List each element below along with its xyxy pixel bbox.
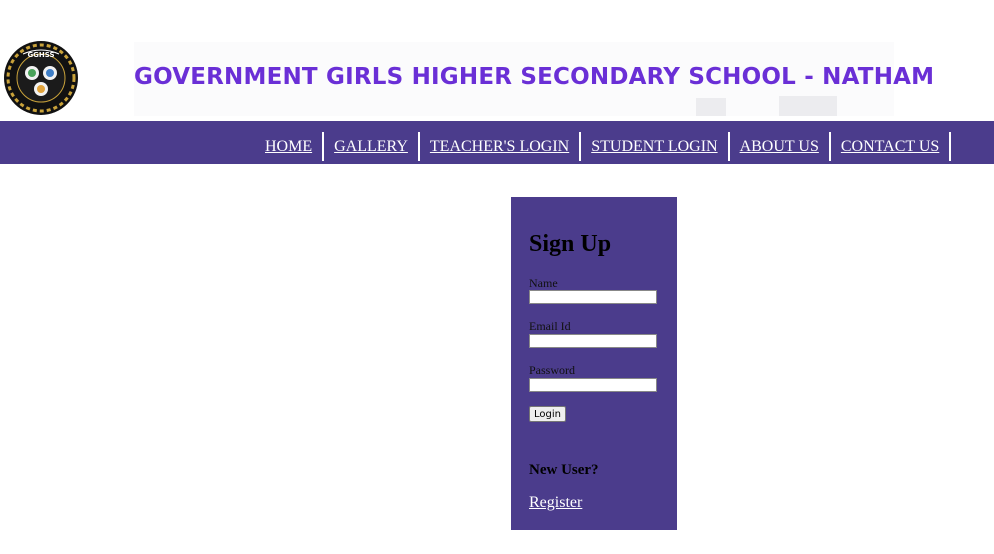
signup-title: Sign Up <box>529 231 612 257</box>
nav-divider <box>949 132 952 161</box>
new-user-text: New User? <box>529 462 599 478</box>
nav-about-us-link[interactable]: ABOUT US <box>730 138 829 156</box>
signup-panel: Sign Up Name Email Id Password Login New… <box>511 197 677 530</box>
nav-teachers-login-link[interactable]: TEACHER'S LOGIN <box>420 138 579 156</box>
password-label: Password <box>529 363 576 377</box>
password-input[interactable] <box>529 378 657 392</box>
email-label: Email Id <box>529 319 571 333</box>
login-button[interactable]: Login <box>529 406 566 422</box>
banner-decoration <box>696 98 726 116</box>
banner-decoration <box>779 96 837 116</box>
register-link[interactable]: Register <box>529 494 582 512</box>
nav-home-link[interactable]: HOME <box>255 138 322 156</box>
name-label: Name <box>529 276 558 290</box>
logo-text: GGHSS <box>27 51 54 59</box>
school-logo: GGHSS <box>4 41 78 115</box>
name-input[interactable] <box>529 290 657 304</box>
banner-title: GOVERNMENT GIRLS HIGHER SECONDARY SCHOOL… <box>134 64 935 90</box>
main-nav: HOME GALLERY TEACHER'S LOGIN STUDENT LOG… <box>0 121 994 164</box>
nav-contact-us-link[interactable]: CONTACT US <box>831 138 949 156</box>
nav-gallery-link[interactable]: GALLERY <box>324 138 418 156</box>
nav-student-login-link[interactable]: STUDENT LOGIN <box>581 138 727 156</box>
nav-list: HOME GALLERY TEACHER'S LOGIN STUDENT LOG… <box>255 132 952 161</box>
page: GGHSS GOVERNMENT GIRLS HIGHER SECONDARY … <box>0 0 994 554</box>
school-banner: GOVERNMENT GIRLS HIGHER SECONDARY SCHOOL… <box>134 42 935 116</box>
email-input[interactable] <box>529 334 657 348</box>
